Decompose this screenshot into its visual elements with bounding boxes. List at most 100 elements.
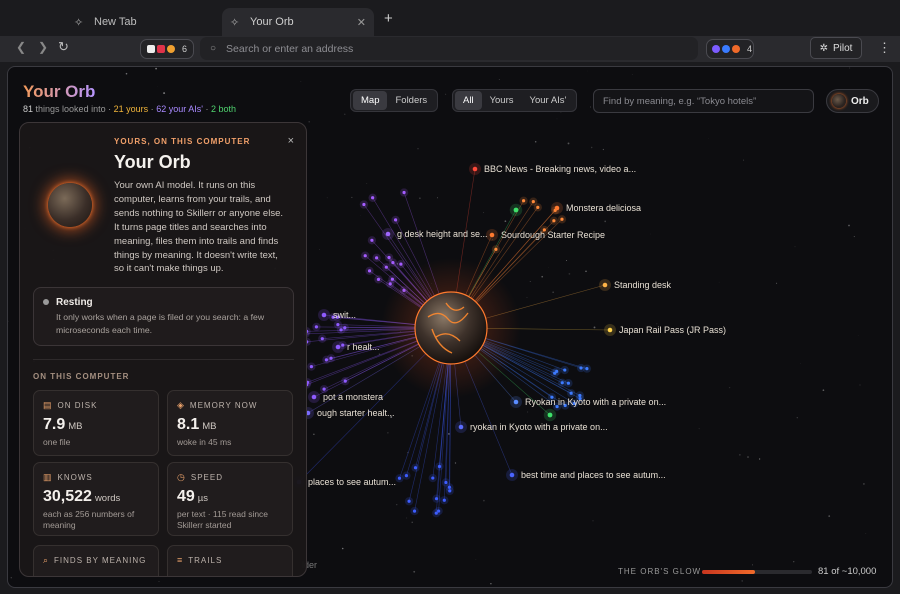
graph-node (442, 498, 446, 502)
card-label: KNOWS (57, 473, 93, 482)
orb-icon (832, 94, 846, 108)
menu-icon[interactable]: ⋮ (878, 40, 891, 56)
section-label: ON THIS COMPUTER (33, 372, 130, 381)
extensions-button-2[interactable]: 4 (706, 39, 754, 59)
graph-node (602, 282, 608, 288)
pilot-button[interactable]: ✲ Pilot (810, 37, 862, 59)
back-icon[interactable]: ❮ (16, 40, 26, 54)
close-icon[interactable]: × (288, 135, 294, 147)
graph-node-label: Japan Rail Pass (JR Pass) (619, 325, 726, 335)
browser-toolbar: ❮ ❯ ↻ 6 ○ Search or enter an address 4 ✲… (0, 36, 900, 62)
graph-node (336, 323, 340, 327)
graph-node (437, 464, 442, 469)
stat-card-speed: ◷ SPEED 49 µs per text · 115 read since Sk… (167, 462, 293, 536)
graph-node (402, 190, 406, 195)
pilot-label: Pilot (832, 42, 853, 54)
forward-icon[interactable]: ❯ (38, 40, 48, 54)
graph-node-label: best time and places to see autum... (521, 470, 666, 480)
card-value: 8.1 (177, 416, 200, 433)
graph-node (552, 219, 556, 223)
extension-icon (712, 45, 720, 53)
graph-node (370, 238, 374, 242)
stats-sep: · (150, 104, 154, 114)
graph-node (444, 480, 448, 485)
graph-node (367, 269, 372, 273)
graph-node (375, 256, 379, 260)
graph-node (431, 476, 435, 480)
graph-node-label: swit... (333, 310, 356, 320)
graph-node (560, 217, 564, 221)
graph-node (343, 379, 347, 383)
extension-icon (157, 45, 165, 53)
status-card: Resting It only works when a page is fil… (33, 287, 294, 346)
trail-icon: ≡ (177, 555, 184, 565)
stat-card-on-disk: ▤ ON DISK 7.9 MB one file (33, 390, 159, 456)
graph-node (434, 497, 439, 501)
filter-yours[interactable]: Yours (482, 91, 522, 110)
graph-node-label: Standing desk (614, 280, 672, 290)
card-label: SPEED (190, 473, 223, 482)
extension-icon (722, 45, 730, 53)
tab-strip: ✧ New Tab ✧ Your Orb ✕ + (0, 0, 900, 36)
stat-card-knows: ▥ KNOWS 30,522 words each as 256 numbers o… (33, 462, 159, 536)
stat-card-finds: ⌕ FINDS BY MEANING (33, 545, 159, 576)
graph-node (489, 232, 495, 238)
card-sub: each as 256 numbers of meaning (43, 509, 135, 530)
graph-node (536, 205, 540, 209)
graph-node-label: r healt... (347, 342, 380, 352)
extensions-count: 4 (747, 44, 753, 54)
graph-node (560, 381, 564, 385)
tab-folders[interactable]: Folders (387, 91, 435, 110)
reload-icon[interactable]: ↻ (58, 39, 69, 55)
sparkle-icon: ✧ (230, 16, 240, 29)
glow-bar-fill (702, 570, 755, 574)
panel-description: Your own AI model. It runs on this compu… (114, 180, 283, 275)
graph-node (376, 277, 381, 282)
filter-toggle: All Yours Your AIs' (452, 89, 578, 112)
graph-node (397, 476, 402, 480)
status-title: Resting (56, 297, 93, 308)
graph-node (393, 218, 398, 222)
stats-text: things looked into (35, 104, 106, 114)
search-icon: ○ (210, 43, 217, 54)
graph-node-label: places to see autum... (308, 477, 396, 487)
graph-node (585, 367, 589, 371)
extension-icon (732, 45, 740, 53)
graph-node-label: Ryokan in Kyoto with a private on... (525, 397, 666, 407)
close-tab-icon[interactable]: ✕ (357, 16, 366, 29)
graph-node (509, 472, 515, 478)
tab-your-orb[interactable]: ✧ Your Orb ✕ (222, 8, 374, 36)
address-bar[interactable]: ○ Search or enter an address (200, 37, 698, 60)
new-tab-button[interactable]: + (384, 10, 393, 27)
graph-node (388, 282, 392, 286)
graph-node (371, 196, 375, 200)
card-unit: MB (202, 421, 217, 432)
tab-map[interactable]: Map (353, 91, 388, 110)
graph-node (399, 262, 403, 266)
orb-page: BBC News - Breaking news, video a... Mons… (7, 66, 893, 588)
graph-node (391, 260, 395, 265)
page-title: Your Orb (23, 82, 96, 101)
graph-node (607, 327, 613, 333)
card-sub: per text · 115 read since Skillerr start… (177, 509, 269, 530)
card-value: 30,522 (43, 488, 92, 505)
card-sub: woke in 45 ms (177, 437, 232, 447)
meaning-search-input[interactable]: Find by meaning, e.g. “Tokyo hotels” (593, 89, 814, 113)
extensions-button[interactable]: 6 (140, 39, 194, 59)
filter-all[interactable]: All (455, 91, 482, 110)
card-label: ON DISK (57, 401, 98, 410)
tab-label: Your Orb (250, 16, 294, 28)
graph-node (554, 205, 560, 211)
glow-count: 81 of ~10,000 (818, 566, 877, 577)
tab-new-tab[interactable]: ✧ New Tab (62, 8, 212, 36)
extensions-count: 6 (182, 44, 188, 54)
glow-bar (702, 570, 812, 574)
card-unit: words (94, 493, 121, 504)
tab-label: New Tab (94, 16, 137, 28)
orb-illustration (48, 183, 92, 227)
graph-node (458, 424, 464, 430)
graph-node-label: g desk height and se... (397, 229, 488, 239)
filter-ais[interactable]: Your AIs' (522, 91, 575, 110)
orb-button[interactable]: Orb (826, 89, 879, 113)
graph-node (412, 509, 417, 513)
